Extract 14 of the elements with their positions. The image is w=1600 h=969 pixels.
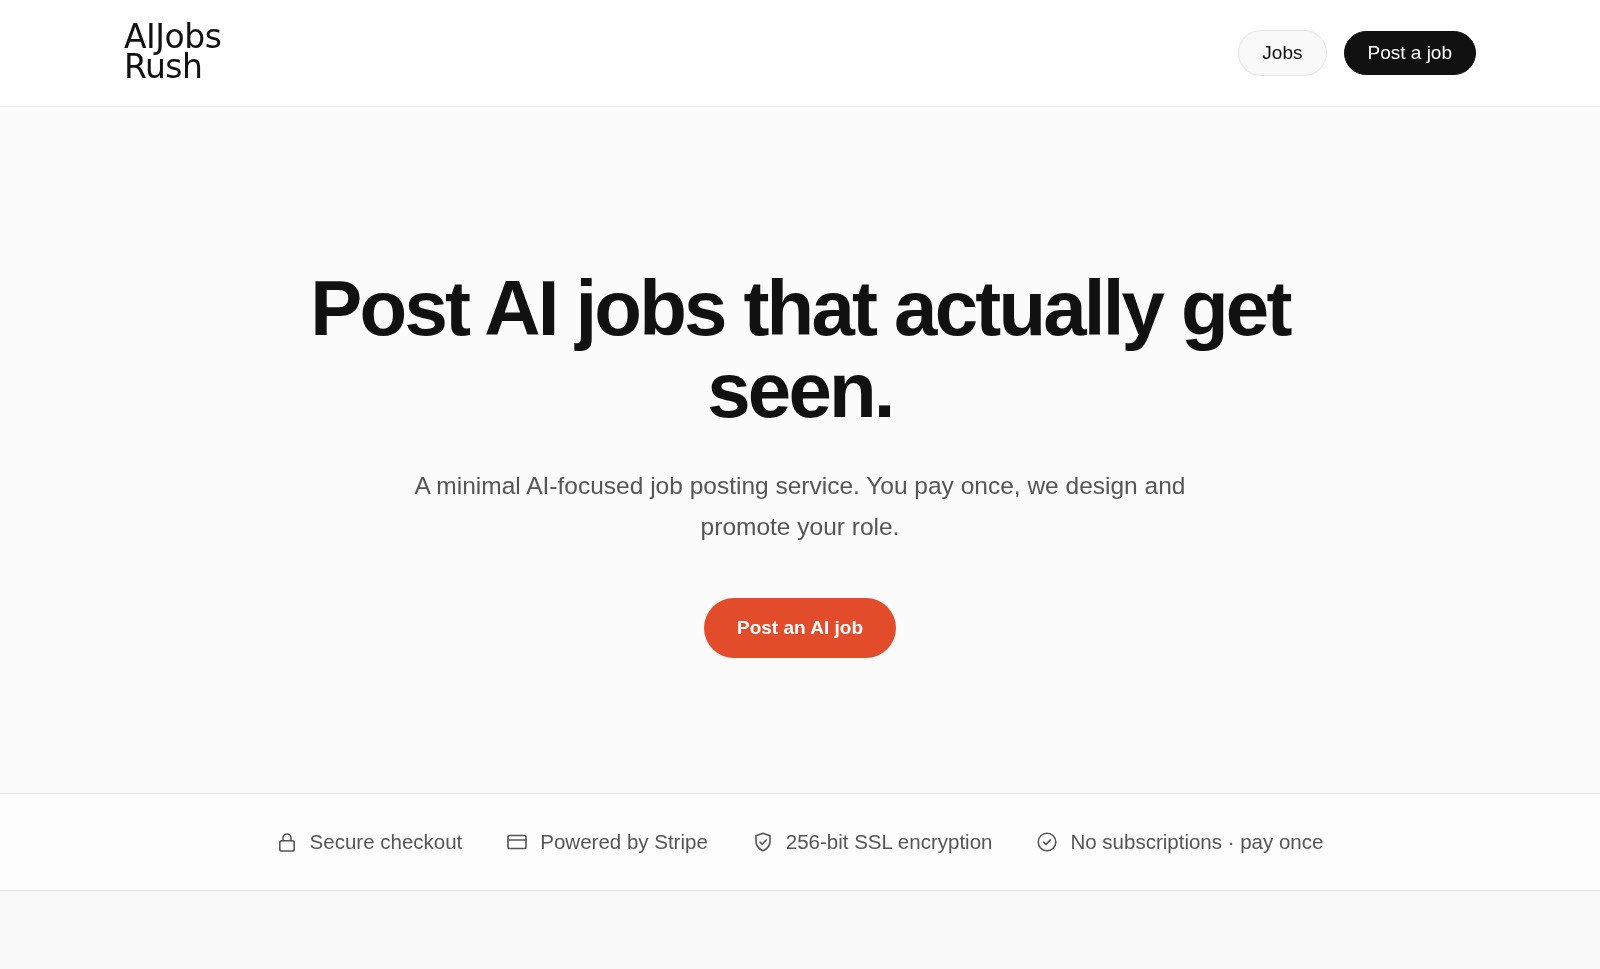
logo[interactable]: AIJobs Rush [124, 22, 222, 82]
trust-label: No subscriptions · pay once [1070, 830, 1324, 854]
post-ai-job-button[interactable]: Post an AI job [704, 598, 896, 658]
trust-label: Powered by Stripe [540, 830, 708, 854]
trust-label: Secure checkout [309, 830, 463, 854]
hero-heading: Post AI jobs that actually get seen. [309, 267, 1292, 431]
circle-check-icon [1037, 832, 1058, 852]
post-job-button[interactable]: Post a job [1343, 31, 1476, 75]
jobs-button[interactable]: Jobs [1238, 30, 1327, 76]
hero-subtitle: A minimal AI-focused job posting service. You pay once, we design and promote your role. [413, 471, 1187, 542]
padlock-icon [276, 832, 297, 852]
trust-label: 256-bit SSL encryption [785, 830, 993, 854]
credit-card-icon [507, 832, 528, 852]
shield-check-icon [752, 832, 773, 852]
